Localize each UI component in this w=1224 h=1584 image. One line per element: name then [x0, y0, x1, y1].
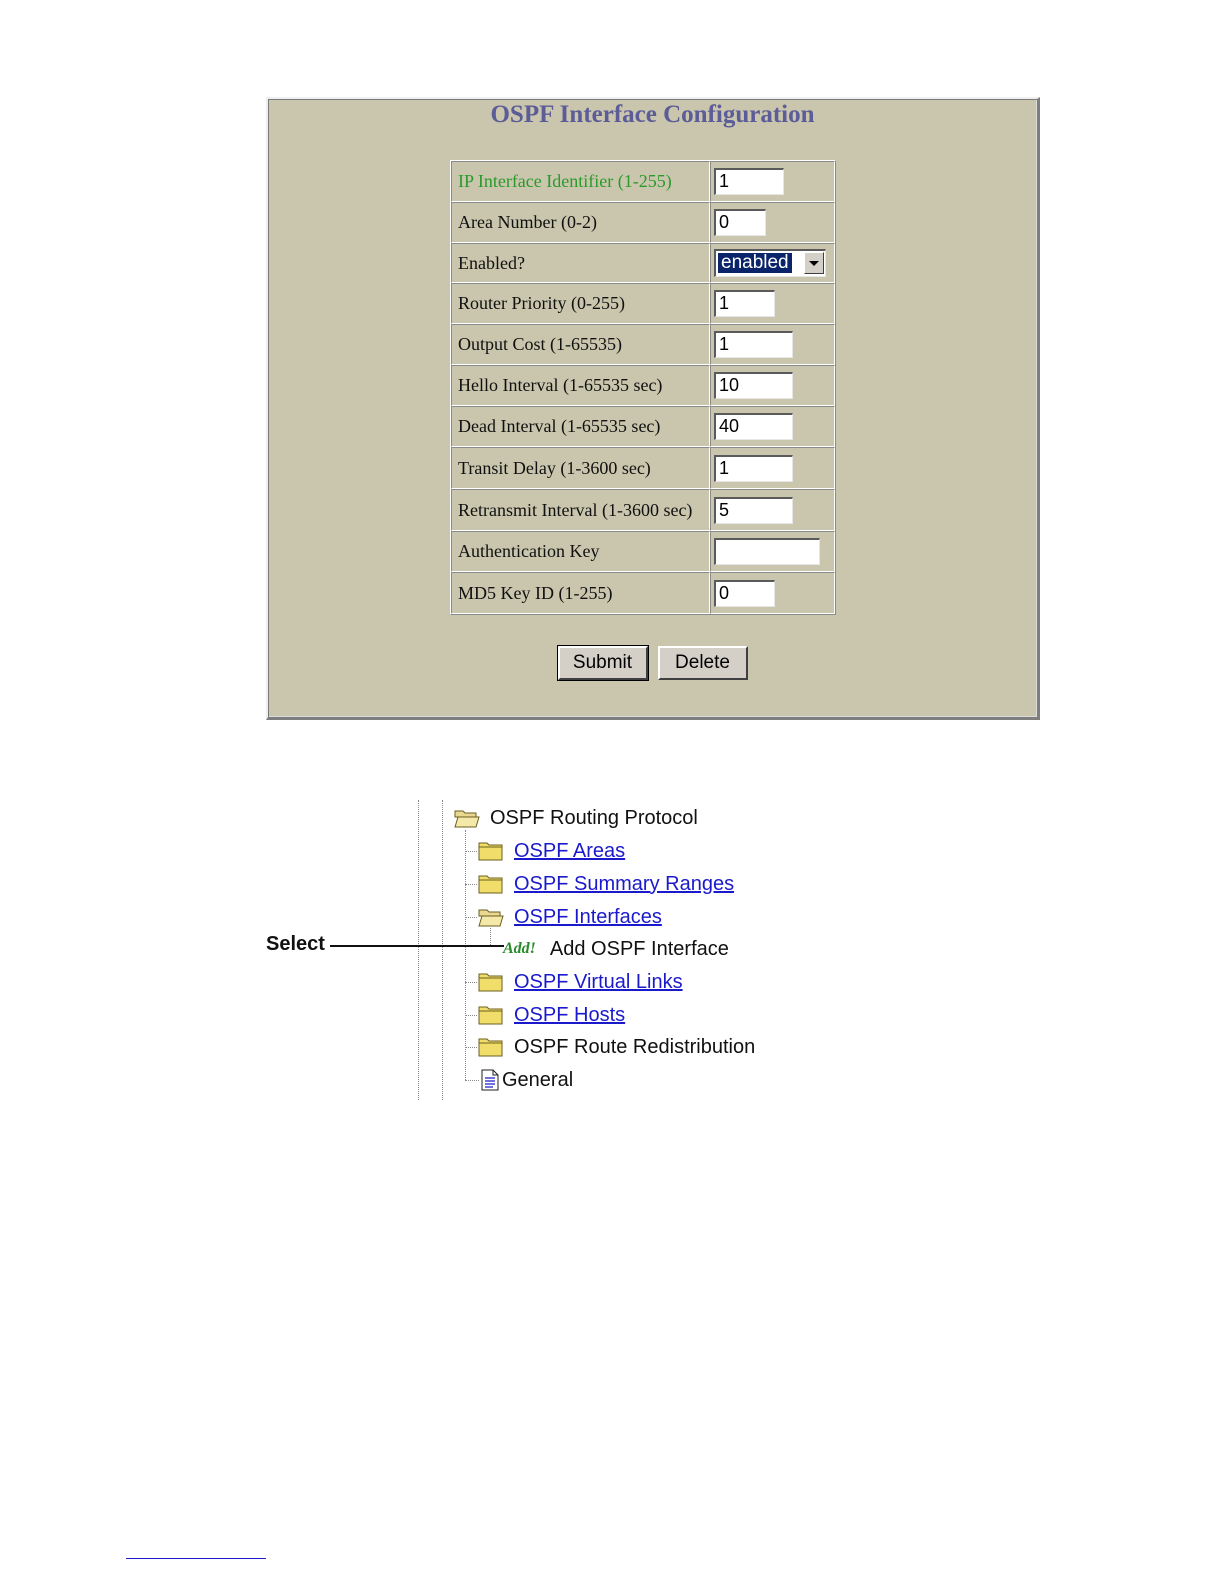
tree-item-link[interactable]: OSPF Interfaces: [514, 906, 662, 929]
table-row: Area Number (0-2) 0: [451, 202, 835, 243]
tree-item-general[interactable]: General: [480, 1065, 573, 1095]
field-label: Area Number (0-2): [451, 202, 710, 243]
tree-item-label: OSPF Route Redistribution: [514, 1035, 756, 1058]
tree-item-ospf-route-redistribution[interactable]: OSPF Route Redistribution: [478, 1032, 755, 1062]
tree-item-ospf-hosts[interactable]: OSPF Hosts: [478, 1000, 625, 1030]
table-row: Dead Interval (1-65535 sec) 40: [451, 406, 835, 447]
tree-branch: [465, 1080, 479, 1081]
table-row: Retransmit Interval (1-3600 sec) 5: [451, 489, 835, 531]
tree-guide-line: [442, 800, 443, 1100]
field-label: Router Priority (0-255): [451, 283, 710, 324]
tree-guide-line: [418, 800, 419, 1100]
table-row: Router Priority (0-255) 1: [451, 283, 835, 324]
table-row: Output Cost (1-65535) 1: [451, 324, 835, 365]
field-label: Transit Delay (1-3600 sec): [451, 447, 710, 489]
field-label: Authentication Key: [451, 531, 710, 572]
select-callout-label: Select: [266, 933, 325, 955]
tree-item-label: OSPF Routing Protocol: [490, 806, 698, 829]
tree-item-ospf-areas[interactable]: OSPF Areas: [478, 836, 625, 866]
footer-rule: [126, 1558, 266, 1559]
ospf-interface-config-panel: OSPF Interface Configuration IP Interfac…: [266, 97, 1040, 720]
field-label: Hello Interval (1-65535 sec): [451, 365, 710, 406]
md5-key-id-input[interactable]: 0: [714, 579, 775, 607]
add-badge-icon: Add!: [503, 940, 536, 957]
folder-icon: [478, 842, 503, 861]
tree-branch: [465, 1047, 477, 1048]
dead-interval-input[interactable]: 40: [714, 413, 793, 440]
enabled-select-value: enabled: [717, 252, 793, 274]
tree-root-ospf-routing-protocol[interactable]: OSPF Routing Protocol: [454, 803, 698, 833]
hello-interval-input[interactable]: 10: [714, 372, 793, 399]
transit-delay-input[interactable]: 1: [714, 454, 793, 482]
tree-branch: [465, 1015, 477, 1016]
button-row: Submit Delete: [268, 645, 1037, 681]
tree-guide-line: [465, 830, 466, 1080]
callout-pointer-line: [330, 945, 504, 947]
form-title: OSPF Interface Configuration: [490, 101, 815, 128]
open-folder-icon: [454, 810, 480, 828]
tree-item-label: Add OSPF Interface: [549, 937, 729, 960]
retransmit-interval-input[interactable]: 5: [714, 496, 793, 524]
open-folder-icon: [478, 909, 504, 927]
delete-button[interactable]: Delete: [657, 646, 748, 680]
table-row: MD5 Key ID (1-255) 0: [451, 572, 835, 614]
tree-item-label: General: [502, 1068, 574, 1091]
table-row: Hello Interval (1-65535 sec) 10: [451, 365, 835, 406]
document-icon: [481, 1069, 499, 1091]
field-label: MD5 Key ID (1-255): [451, 572, 710, 614]
tree-branch: [465, 917, 477, 918]
field-label: Dead Interval (1-65535 sec): [451, 406, 710, 447]
router-priority-input[interactable]: 1: [714, 290, 775, 317]
field-label: Enabled?: [451, 243, 710, 283]
field-label: IP Interface Identifier (1-255): [451, 161, 710, 202]
table-row: Enabled? enabled: [451, 243, 835, 283]
enabled-select[interactable]: enabled: [714, 249, 826, 277]
tree-item-link[interactable]: OSPF Summary Ranges: [514, 873, 734, 896]
field-label: Retransmit Interval (1-3600 sec): [451, 489, 710, 531]
tree-branch: [465, 851, 477, 852]
tree-item-add-ospf-interface[interactable]: Add! Add OSPF Interface: [503, 934, 729, 964]
submit-button[interactable]: Submit: [556, 645, 649, 681]
output-cost-input[interactable]: 1: [714, 331, 793, 358]
tree-item-link[interactable]: OSPF Areas: [514, 840, 625, 863]
folder-icon: [478, 1038, 503, 1057]
table-row: IP Interface Identifier (1-255) 1: [451, 161, 835, 202]
tree-item-ospf-summary-ranges[interactable]: OSPF Summary Ranges: [478, 869, 734, 899]
table-row: Transit Delay (1-3600 sec) 1: [451, 447, 835, 489]
chevron-down-icon: [809, 260, 819, 266]
folder-icon: [478, 875, 503, 894]
dropdown-button[interactable]: [804, 252, 824, 274]
tree-branch: [465, 982, 477, 983]
tree-item-ospf-virtual-links[interactable]: OSPF Virtual Links: [478, 967, 683, 997]
ip-interface-id-input[interactable]: 1: [714, 168, 784, 195]
tree-branch: [465, 884, 477, 885]
tree-item-link[interactable]: OSPF Virtual Links: [514, 971, 683, 994]
folder-icon: [478, 973, 503, 992]
folder-icon: [478, 1006, 503, 1025]
area-number-input[interactable]: 0: [714, 209, 766, 236]
field-label: Output Cost (1-65535): [451, 324, 710, 365]
table-row: Authentication Key: [451, 531, 835, 572]
tree-item-ospf-interfaces[interactable]: OSPF Interfaces: [478, 902, 662, 932]
tree-item-link[interactable]: OSPF Hosts: [514, 1004, 625, 1027]
config-table: IP Interface Identifier (1-255) 1 Area N…: [450, 160, 836, 615]
authentication-key-input[interactable]: [714, 538, 820, 565]
